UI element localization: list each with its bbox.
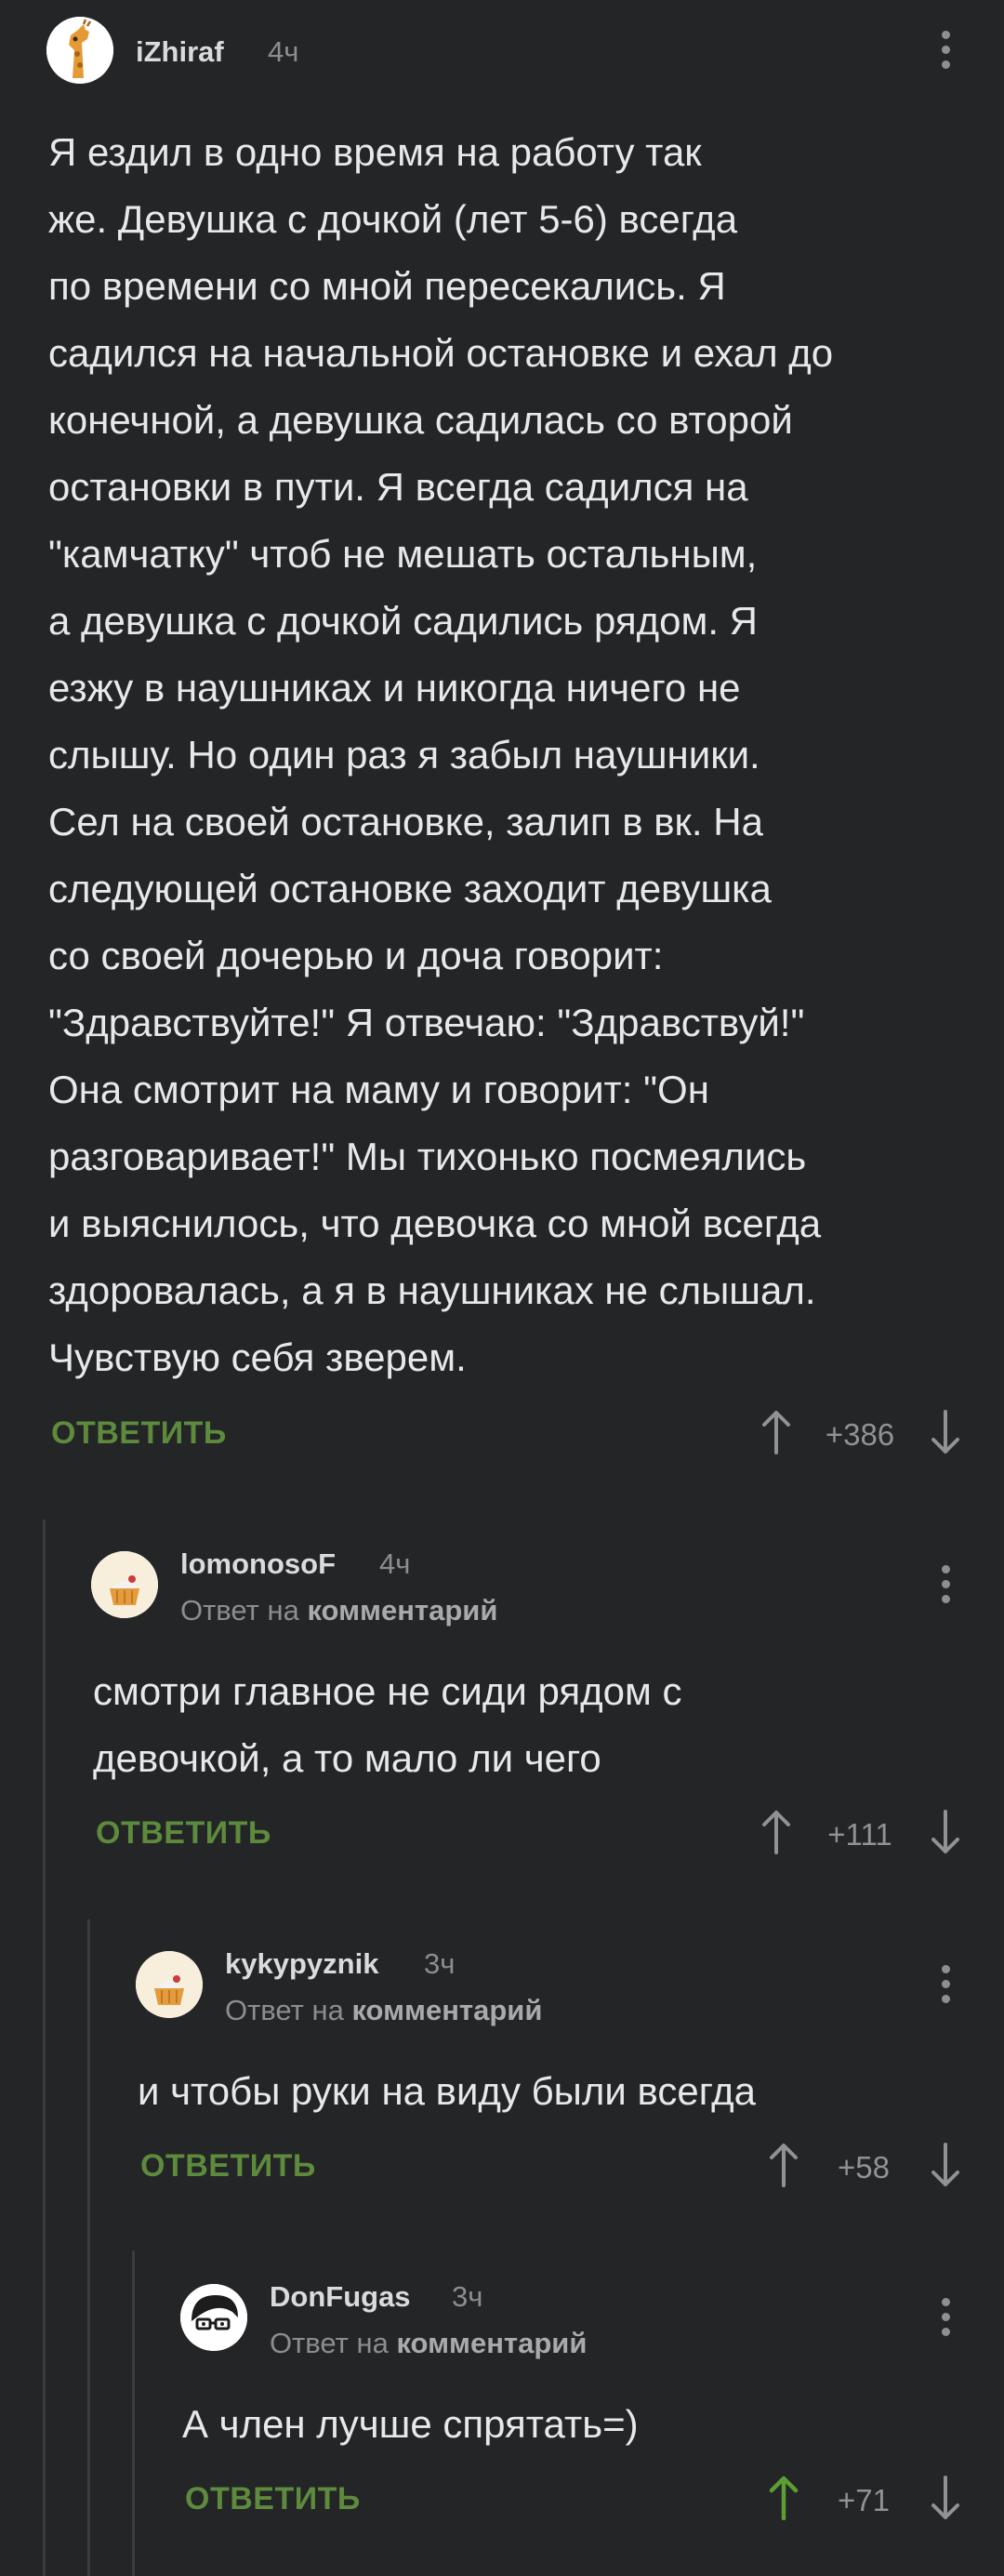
downvote-arrow-icon[interactable] — [930, 1410, 961, 1454]
comment-rating: +111 — [827, 1817, 892, 1852]
cupcake-avatar[interactable] — [136, 1951, 203, 2018]
reply-button[interactable]: ОТВЕТИТЬ — [185, 2481, 361, 2517]
thread-line-level-2 — [87, 1919, 90, 2576]
comment-rating: +58 — [838, 2150, 890, 2184]
upvote-arrow-icon[interactable] — [768, 2143, 799, 2187]
reply-to-link[interactable]: комментарий — [307, 1594, 497, 1627]
more-options-icon[interactable] — [936, 2293, 955, 2342]
comment-time: 4ч — [379, 1547, 411, 1580]
comment-author[interactable]: kykypyznik — [225, 1947, 378, 1981]
upvote-arrow-icon[interactable] — [760, 1410, 792, 1454]
comment-time: 3ч — [452, 2280, 483, 2313]
comment-text: смотри главное не сиди рядом с девочкой,… — [93, 1669, 682, 1780]
comment-text: Я ездил в одно время на работу так же. Д… — [48, 130, 834, 1379]
cupcake-avatar[interactable] — [91, 1551, 158, 1618]
comment-rating: +71 — [838, 2483, 890, 2517]
upvote-arrow-icon[interactable] — [760, 1810, 792, 1854]
comment-author[interactable]: DonFugas — [270, 2280, 411, 2314]
reply-to-link[interactable]: комментарий — [396, 2327, 587, 2359]
upvote-arrow-icon-active[interactable] — [768, 2476, 799, 2520]
comment-text: и чтобы руки на виду были всегда — [138, 2069, 756, 2113]
reply-to-note: Ответ на комментарий — [270, 2327, 587, 2360]
downvote-arrow-icon[interactable] — [930, 2476, 961, 2520]
comment-author[interactable]: lomonosoF — [180, 1547, 336, 1581]
more-options-icon[interactable] — [936, 1560, 955, 1609]
comment-text: А член лучше спрятать=) — [182, 2402, 639, 2446]
thread-line-level-1 — [43, 1520, 46, 2576]
comment-rating: +386 — [825, 1417, 895, 1452]
reply-button[interactable]: ОТВЕТИТЬ — [140, 2148, 316, 2184]
glasses-face-avatar[interactable] — [180, 2284, 247, 2351]
more-options-icon[interactable] — [936, 1960, 955, 2009]
reply-button[interactable]: ОТВЕТИТЬ — [51, 1415, 227, 1452]
comment-time: 3ч — [424, 1947, 456, 1980]
reply-prefix: Ответ на — [225, 1994, 344, 2026]
comment-time: 4ч — [268, 35, 299, 68]
reply-to-note: Ответ на комментарий — [225, 1994, 542, 2027]
comment-author[interactable]: iZhiraf — [136, 35, 224, 69]
reply-prefix: Ответ на — [270, 2327, 389, 2359]
more-options-icon[interactable] — [936, 26, 955, 74]
thread-line-level-3 — [132, 2251, 135, 2576]
reply-to-link[interactable]: комментарий — [351, 1994, 542, 2026]
downvote-arrow-icon[interactable] — [930, 1810, 961, 1854]
reply-button[interactable]: ОТВЕТИТЬ — [96, 1815, 271, 1852]
giraffe-avatar[interactable] — [46, 17, 113, 84]
downvote-arrow-icon[interactable] — [930, 2143, 961, 2187]
reply-to-note: Ответ на комментарий — [180, 1594, 497, 1627]
reply-prefix: Ответ на — [180, 1594, 299, 1627]
